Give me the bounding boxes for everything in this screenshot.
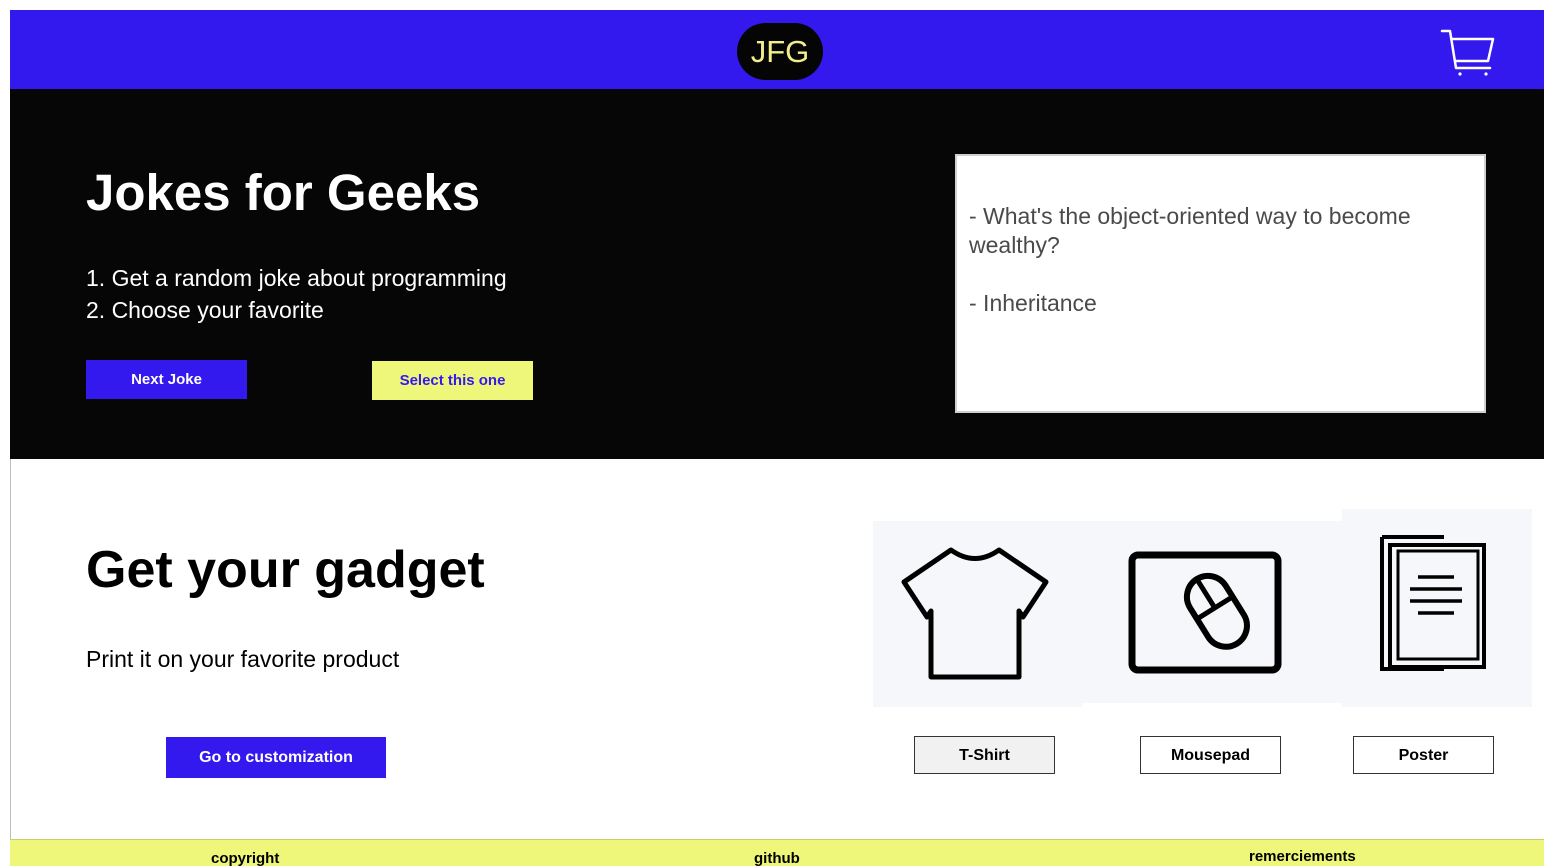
footer-link-remerciements[interactable]: remerciements [1249,848,1356,865]
joke-answer: - Inheritance [969,290,1097,316]
mousepad-button[interactable]: Mousepad [1140,736,1281,774]
tshirt-button[interactable]: T-Shirt [914,736,1055,774]
gadget-title: Get your gadget [86,541,485,599]
footer-link-github[interactable]: github [754,850,800,866]
tshirt-tile[interactable] [873,521,1082,707]
steps-list: 1. Get a random joke about programming 2… [86,262,507,326]
footer: copyright github remerciements [10,839,1544,866]
joke-display-box: - What's the object-oriented way to beco… [955,154,1486,413]
step-item: 1. Get a random joke about programming [86,265,507,291]
joke-question: - What's the object-oriented way to beco… [969,203,1411,258]
go-to-customization-button[interactable]: Go to customization [166,737,386,778]
page-border [10,459,11,839]
gadget-subtitle: Print it on your favorite product [86,646,400,672]
poster-icon [1380,535,1486,671]
hero-section: Jokes for Geeks 1. Get a random joke abo… [10,89,1544,459]
mousepad-tile[interactable] [1082,521,1342,703]
poster-tile[interactable] [1342,509,1532,707]
hero-title: Jokes for Geeks [86,164,481,221]
mousepad-icon [1128,551,1282,674]
step-item: 2. Choose your favorite [86,297,324,323]
next-joke-button[interactable]: Next Joke [86,360,247,399]
top-nav-bar: JFG [10,10,1544,89]
select-joke-button[interactable]: Select this one [372,361,533,400]
logo[interactable]: JFG [737,23,823,80]
tshirt-icon [901,547,1049,680]
poster-button[interactable]: Poster [1353,736,1494,774]
footer-link-copyright[interactable]: copyright [211,850,279,866]
page: JFG Jokes for Geeks 1. Get a random joke… [0,0,1544,866]
shopping-cart-icon[interactable] [1440,28,1496,78]
